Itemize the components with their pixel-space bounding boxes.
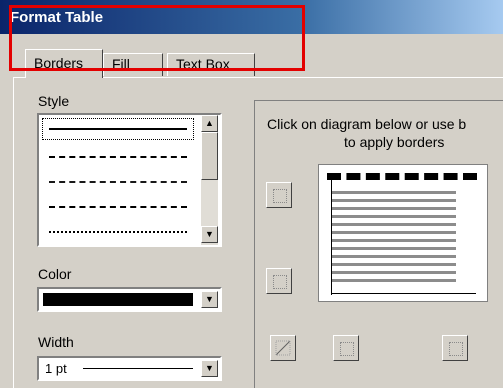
border-right-button[interactable]	[442, 335, 468, 361]
highlight-box	[9, 5, 305, 71]
style-list[interactable]: ▲ ▼	[37, 113, 222, 247]
scroll-thumb[interactable]	[201, 132, 218, 180]
preview-text-line	[332, 271, 456, 274]
scroll-down-icon[interactable]: ▼	[201, 226, 218, 243]
border-middle-button[interactable]	[266, 268, 292, 294]
border-top-button[interactable]	[266, 182, 292, 208]
format-table-dialog: Format Table Borders Fill Text Box Style…	[0, 0, 503, 388]
style-dash-dot-line[interactable]	[49, 206, 187, 208]
width-dropdown[interactable]: 1 pt ▼	[37, 356, 222, 381]
preview-text-line	[332, 223, 456, 226]
style-scrollbar[interactable]: ▲ ▼	[201, 115, 218, 245]
preview-text-line	[332, 199, 456, 202]
preview-text-line	[332, 263, 456, 266]
border-top-icon	[273, 189, 287, 203]
border-left-button[interactable]	[333, 335, 359, 361]
border-diagonal-icon	[275, 340, 291, 356]
preview-text-line	[332, 247, 456, 250]
width-sample-line	[83, 368, 193, 369]
style-label: Style	[38, 93, 70, 109]
border-left-icon	[340, 342, 354, 356]
scroll-up-icon[interactable]: ▲	[201, 115, 218, 132]
color-dropdown-arrow-icon[interactable]: ▼	[201, 291, 218, 308]
preview-text-line	[332, 239, 456, 242]
preview-text-line	[332, 215, 456, 218]
width-value: 1 pt	[45, 361, 67, 376]
preview-top-border	[327, 173, 477, 180]
border-diagonal-button[interactable]	[270, 335, 296, 361]
preview-text-line	[332, 255, 456, 258]
preview-bottom-border	[331, 293, 476, 294]
color-swatch	[43, 293, 193, 306]
diagram-instruction-1: Click on diagram below or use b	[267, 116, 467, 132]
border-right-icon	[449, 342, 463, 356]
width-label: Width	[38, 334, 74, 350]
style-dashed-line[interactable]	[49, 156, 187, 158]
preview-text-line	[332, 231, 456, 234]
style-solid-line[interactable]	[49, 128, 187, 130]
preview-text-line	[332, 207, 456, 210]
color-label: Color	[38, 266, 72, 282]
border-preview[interactable]	[318, 164, 488, 302]
border-middle-icon	[273, 275, 287, 289]
preview-text-line	[332, 191, 456, 194]
style-short-dash-line[interactable]	[49, 181, 187, 183]
color-dropdown[interactable]: ▼	[37, 287, 222, 312]
width-dropdown-arrow-icon[interactable]: ▼	[201, 360, 218, 377]
diagram-instruction-2: to apply borders	[344, 134, 445, 150]
preview-text-line	[332, 279, 456, 282]
style-dash-dot-dot-line[interactable]	[49, 231, 187, 233]
